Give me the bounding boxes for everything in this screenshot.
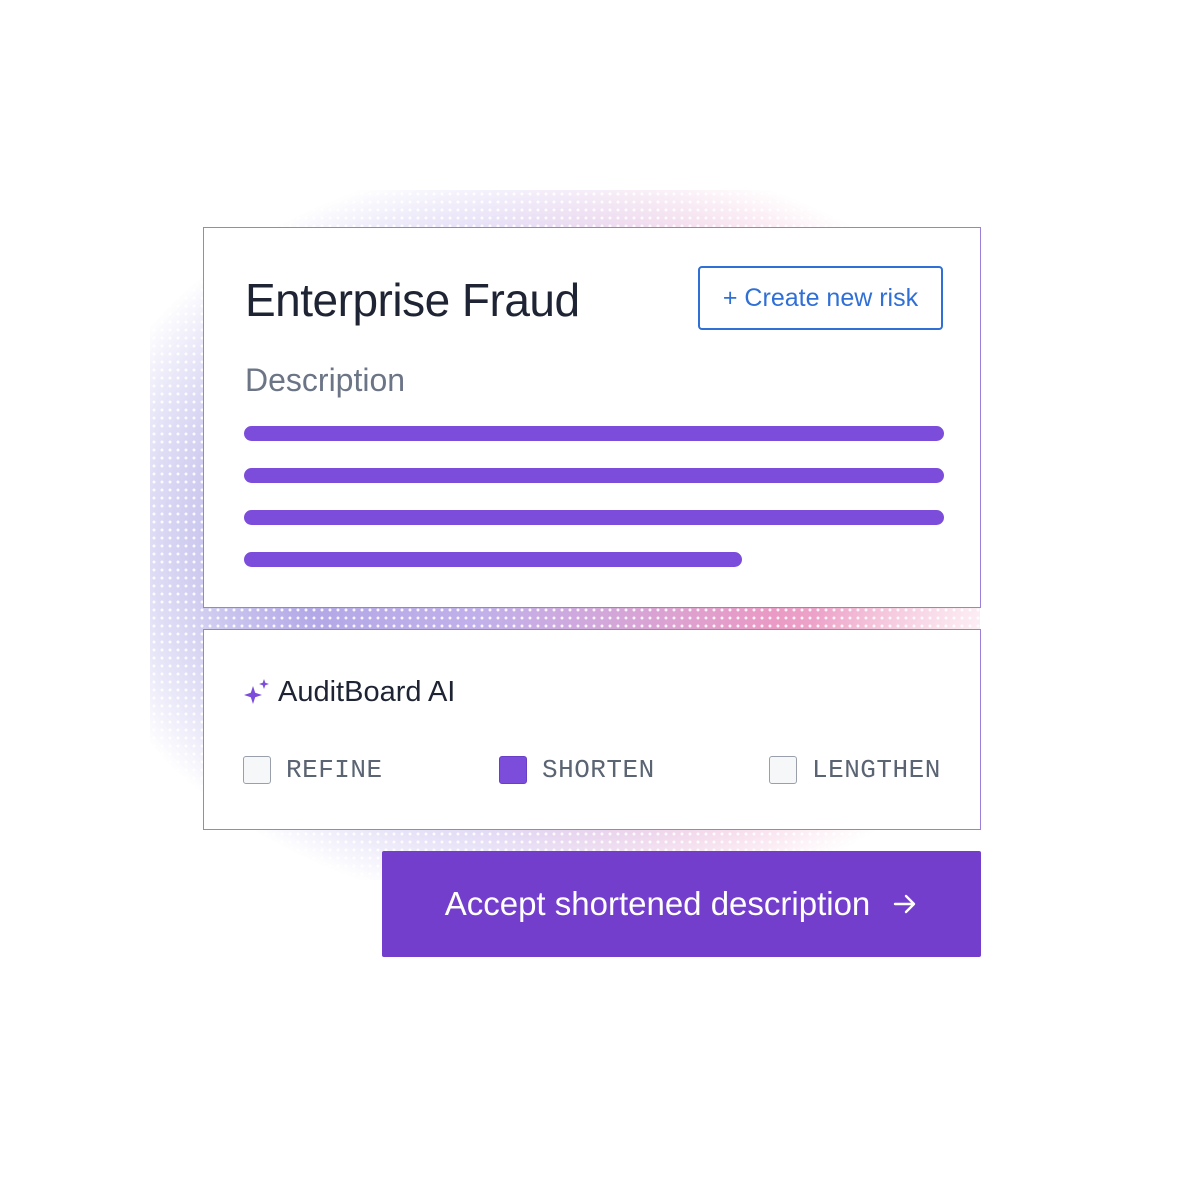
page: Enterprise Fraud + Create new risk Descr… <box>0 0 1184 1184</box>
sparkle-icon <box>244 679 269 704</box>
shorten-option-label: SHORTEN <box>542 755 655 785</box>
risk-card: Enterprise Fraud + Create new risk Descr… <box>203 227 981 608</box>
refine-option[interactable]: REFINE <box>243 754 383 786</box>
ai-panel: AuditBoard AI REFINE SHORTEN LENGTHEN <box>203 629 981 830</box>
page-title: Enterprise Fraud <box>245 274 580 326</box>
refine-checkbox[interactable] <box>243 756 271 784</box>
ai-panel-title: AuditBoard AI <box>278 676 456 708</box>
lengthen-checkbox[interactable] <box>769 756 797 784</box>
lengthen-option[interactable]: LENGTHEN <box>769 754 941 786</box>
description-text-placeholder-line <box>244 510 944 525</box>
refine-option-label: REFINE <box>286 755 383 785</box>
accept-shortened-description-button[interactable]: Accept shortened description <box>382 851 981 957</box>
description-text-placeholder-line <box>244 468 944 483</box>
accept-button-label: Accept shortened description <box>444 885 871 922</box>
create-new-risk-button[interactable]: + Create new risk <box>698 266 943 330</box>
arrow-right-icon <box>894 894 916 914</box>
description-text-placeholder-line <box>244 426 944 441</box>
ai-panel-header: AuditBoard AI <box>242 674 455 710</box>
description-label: Description <box>245 362 406 398</box>
lengthen-option-label: LENGTHEN <box>812 755 941 785</box>
shorten-option[interactable]: SHORTEN <box>499 754 655 786</box>
shorten-checkbox[interactable] <box>499 756 527 784</box>
description-text-placeholder-line <box>244 552 742 567</box>
